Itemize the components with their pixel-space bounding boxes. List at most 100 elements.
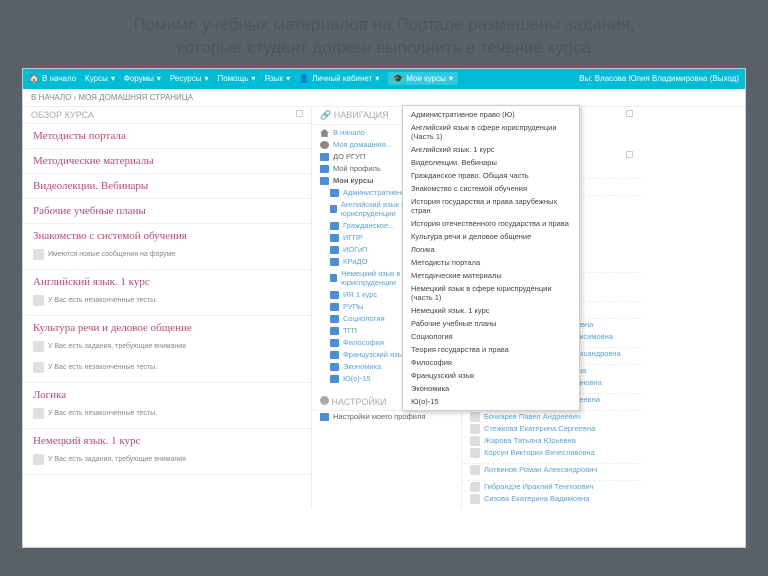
- course-item[interactable]: Немецкий язык. 1 курс У Вас есть задания,…: [23, 429, 311, 475]
- folder-icon: [330, 339, 339, 347]
- user-info[interactable]: Вы: Власова Юлия Владимировна (Выход): [579, 74, 739, 83]
- collapse-icon[interactable]: [296, 110, 303, 117]
- course-title[interactable]: Методисты портала: [33, 130, 301, 142]
- user-name: Стежкова Екатерина Сергеевна: [484, 424, 595, 433]
- course-title[interactable]: Немецкий язык. 1 курс: [33, 435, 301, 447]
- note-icon: [33, 454, 44, 465]
- course-note: Имеются новые сообщения на форуме: [33, 246, 301, 263]
- avatar: [470, 465, 480, 475]
- course-note: У Вас есть задания, требующие внимания: [33, 451, 301, 468]
- course-title[interactable]: Культура речи и деловое общение: [33, 322, 301, 334]
- course-item[interactable]: Английский язык. 1 курс У Вас есть незако…: [23, 270, 311, 316]
- nav-home[interactable]: 🏠 В начало: [29, 74, 76, 83]
- course-note: У Вас есть незаконченные тесты.: [33, 405, 301, 422]
- course-item[interactable]: Методисты портала: [23, 124, 311, 149]
- course-item[interactable]: Видеолекции. Вебинары: [23, 174, 311, 199]
- avatar: [470, 448, 480, 458]
- nav-label: Моя домашняя…: [333, 140, 393, 149]
- dropdown-item[interactable]: Немецкий язык в сфере юриспруденции (час…: [403, 282, 579, 304]
- folder-icon: [330, 363, 339, 371]
- course-title[interactable]: Знакомство с системой обучения: [33, 230, 301, 242]
- user-name: Сизова Екатерина Вадимовна: [484, 494, 589, 503]
- dropdown-item[interactable]: Английский язык. 1 курс: [403, 143, 579, 156]
- dropdown-item[interactable]: Английский язык в сфере юриспруденции (Ч…: [403, 121, 579, 143]
- course-note: У Вас есть незаконченные тесты.: [33, 292, 301, 309]
- note-icon: [33, 341, 44, 352]
- course-overview-column: ОБЗОР КУРСА Методисты порталаМетодически…: [23, 107, 311, 509]
- dropdown-item[interactable]: Гражданское право. Общая часть: [403, 169, 579, 182]
- user-item[interactable]: Бочкарев Павел Андреевич: [470, 411, 633, 423]
- dropdown-item[interactable]: Культура речи и деловое общение: [403, 230, 579, 243]
- user-name: Корсун Виктория Вячеславовна: [484, 448, 595, 457]
- user-item[interactable]: Стежкова Екатерина Сергеевна: [470, 423, 633, 435]
- nav-label: ИЯ 1 курс: [343, 290, 377, 299]
- user-item[interactable]: Сизова Екатерина Вадимовна: [470, 493, 633, 505]
- dropdown-item[interactable]: Экономика: [403, 382, 579, 395]
- avatar: [470, 436, 480, 446]
- course-item[interactable]: Методические материалы: [23, 149, 311, 174]
- avatar: [470, 494, 480, 504]
- user-name: Жарова Татьяна Юрьевна: [484, 436, 576, 445]
- nav-lang[interactable]: Язык ▾: [264, 74, 290, 83]
- topbar: 🏠 В начало Курсы ▾ Форумы ▾ Ресурсы ▾ По…: [23, 69, 745, 89]
- user-item[interactable]: Жарова Татьяна Юрьевна: [470, 435, 633, 447]
- course-title[interactable]: Логика: [33, 389, 301, 401]
- dropdown-item[interactable]: Знакомство с системой обучения: [403, 182, 579, 195]
- settings-profile[interactable]: Настройки моего профиля: [312, 411, 461, 423]
- nav-help[interactable]: Помощь ▾: [217, 74, 255, 83]
- dropdown-item[interactable]: Теория государства и права: [403, 343, 579, 356]
- nav-label: ИОГиП: [343, 245, 367, 254]
- nav-label: ДО РГУП: [333, 152, 365, 161]
- dropdown-item[interactable]: История государства и права зарубежных с…: [403, 195, 579, 217]
- dropdown-item[interactable]: Философия: [403, 356, 579, 369]
- dropdown-item[interactable]: Ю(о)-15: [403, 395, 579, 408]
- course-item[interactable]: Знакомство с системой обучения Имеются но…: [23, 224, 311, 270]
- nav-label: Ю(о)-15: [343, 374, 371, 383]
- nav-label: Философия: [343, 338, 384, 347]
- dropdown-item[interactable]: Методисты портала: [403, 256, 579, 269]
- folder-icon: [330, 274, 337, 282]
- nav-mycourses[interactable]: 🎓 Мои курсы ▾: [388, 72, 458, 85]
- folder-icon: [320, 153, 329, 161]
- nav-label: ТГП: [343, 326, 357, 335]
- nav-forums[interactable]: Форумы ▾: [124, 74, 161, 83]
- course-item[interactable]: Рабочие учебные планы: [23, 199, 311, 224]
- folder-icon: [320, 165, 329, 173]
- dropdown-item[interactable]: История отечественного государства и пра…: [403, 217, 579, 230]
- folder-icon: [330, 222, 339, 230]
- user-item[interactable]: Литвинов Роман Александрович: [470, 464, 633, 476]
- note-icon: [33, 408, 44, 419]
- note-icon: [33, 295, 44, 306]
- avatar: [470, 412, 480, 422]
- folder-icon: [330, 234, 339, 242]
- gear-icon: [320, 396, 329, 405]
- course-item[interactable]: Культура речи и деловое общениеУ Вас ест…: [23, 316, 311, 383]
- course-item[interactable]: Логика У Вас есть незаконченные тесты.: [23, 383, 311, 429]
- course-title[interactable]: Видеолекции. Вебинары: [33, 180, 301, 192]
- dropdown-item[interactable]: Французский язык: [403, 369, 579, 382]
- folder-icon: [320, 177, 329, 185]
- folder-icon: [330, 246, 339, 254]
- user-item[interactable]: Гибрандзе Ираклий Тенгизович: [470, 481, 633, 493]
- dropdown-item[interactable]: Методические материалы: [403, 269, 579, 282]
- collapse-icon[interactable]: [626, 110, 633, 117]
- nav-courses[interactable]: Курсы ▾: [85, 74, 115, 83]
- nav-label: ИГПР: [343, 233, 363, 242]
- collapse-icon[interactable]: [626, 151, 633, 158]
- dropdown-item[interactable]: Видеолекции. Вебинары: [403, 156, 579, 169]
- nav-resources[interactable]: Ресурсы ▾: [170, 74, 209, 83]
- course-title[interactable]: Рабочие учебные планы: [33, 205, 301, 217]
- user-name: Гибрандзе Ираклий Тенгизович: [484, 482, 594, 491]
- mycourses-dropdown[interactable]: Административное право (Ю)Английский язы…: [402, 105, 580, 411]
- course-title[interactable]: Английский язык. 1 курс: [33, 276, 301, 288]
- dropdown-item[interactable]: Немецкий язык. 1 курс: [403, 304, 579, 317]
- nav-label: В начало: [333, 128, 365, 137]
- note-icon: [33, 249, 44, 260]
- dropdown-item[interactable]: Логика: [403, 243, 579, 256]
- nav-cabinet[interactable]: 👤 Личный кабинет ▾: [299, 74, 379, 83]
- dropdown-item[interactable]: Административное право (Ю): [403, 108, 579, 121]
- course-title[interactable]: Методические материалы: [33, 155, 301, 167]
- dropdown-item[interactable]: Рабочие учебные планы: [403, 317, 579, 330]
- user-item[interactable]: Корсун Виктория Вячеславовна: [470, 447, 633, 459]
- dropdown-item[interactable]: Социология: [403, 330, 579, 343]
